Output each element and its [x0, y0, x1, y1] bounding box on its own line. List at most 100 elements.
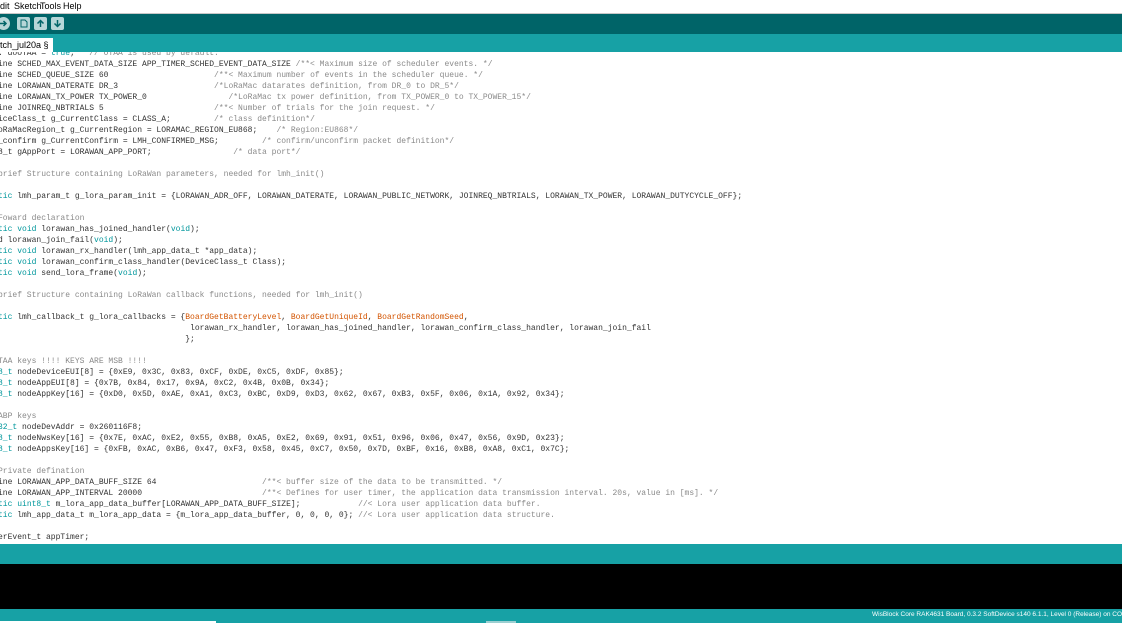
- upload-icon: [0, 20, 8, 27]
- code-line: tic void lorawan_rx_handler(lmh_app_data…: [0, 246, 257, 257]
- code-token: nodeDeviceEUI[8] = {0xE9, 0x3C, 0x83, 0x…: [12, 368, 344, 377]
- code-line: ine LORAWAN_APP_INTERVAL 20000 /**< Defi…: [0, 488, 718, 499]
- console-output: [0, 564, 1122, 609]
- code-line: Private defination: [0, 466, 84, 477]
- code-token: brief Structure containing LoRaWan callb…: [0, 291, 363, 300]
- code-token: };: [0, 335, 195, 344]
- code-line: tic void send_lora_frame(void);: [0, 268, 147, 279]
- code-line: 8_t gAppPort = LORAWAN_APP_PORT; /* data…: [0, 147, 300, 158]
- code-editor[interactable]: . doOTAA = true; // OTAA is used by defa…: [0, 52, 1122, 544]
- code-line: };: [0, 334, 195, 345]
- code-token: BoardGetUniqueId: [290, 313, 368, 322]
- code-token: // OTAA is used by default.: [89, 52, 219, 58]
- code-token: /* Region:EU868*/: [276, 126, 359, 135]
- code-token: lmh_callback_t g_lora_callbacks = {: [12, 313, 186, 322]
- save-button[interactable]: [51, 17, 64, 30]
- code-token: /* class definition*/: [214, 115, 315, 124]
- code-line: 32_t nodeDevAddr = 0x260116F8;: [0, 422, 142, 433]
- code-line: tic void lorawan_confirm_class_handler(D…: [0, 257, 286, 268]
- code-token: ,: [367, 313, 378, 322]
- new-icon: [20, 19, 28, 28]
- code-token: 8_t: [0, 434, 13, 443]
- code-token: tic: [0, 258, 13, 267]
- code-token: true: [50, 52, 71, 58]
- code-token: BoardGetBatteryLevel: [185, 313, 282, 322]
- code-token: );: [113, 236, 123, 245]
- code-token: 8_t: [0, 368, 13, 377]
- code-token: nodeDevAddr = 0x260116F8;: [17, 423, 143, 432]
- tab-sketch[interactable]: tch_jul20a §: [0, 38, 53, 52]
- code-token: void: [118, 269, 138, 278]
- new-button[interactable]: [17, 17, 30, 30]
- code-token: d lorawan_join_fail(: [0, 236, 95, 245]
- menu-bar: dit Sketch Tools Help: [0, 0, 1122, 14]
- code-token: ine LORAWAN_APP_INTERVAL 20000: [0, 489, 263, 498]
- code-line: tic lmh_param_t g_lora_param_init = {LOR…: [0, 191, 742, 202]
- code-line: ine SCHED_MAX_EVENT_DATA_SIZE APP_TIMER_…: [0, 59, 493, 70]
- code-line: Foward declaration: [0, 213, 84, 224]
- code-line: oRaMacRegion_t g_CurrentRegion = LORAMAC…: [0, 125, 358, 136]
- editor-bottom-bar: [0, 544, 1122, 564]
- code-token: _confirm g_CurrentConfirm = LMH_CONFIRME…: [0, 137, 263, 146]
- code-token: ine SCHED_QUEUE_SIZE 60: [0, 71, 215, 80]
- code-token: tic: [0, 192, 13, 201]
- code-line: 8_t nodeAppEUI[8] = {0x7B, 0x84, 0x17, 0…: [0, 378, 329, 389]
- code-token: nodeAppKey[16] = {0xD0, 0x5D, 0xAE, 0xA1…: [12, 390, 565, 399]
- code-token: ABP keys: [0, 412, 37, 421]
- code-token: void: [17, 258, 37, 267]
- code-token: void: [170, 225, 191, 234]
- open-icon: [36, 19, 45, 27]
- menu-tools[interactable]: Tools: [40, 1, 61, 11]
- code-token: lmh_app_data_t m_lora_app_data = {m_lora…: [12, 511, 359, 520]
- board-status: WisBlock Core RAK4631 Board, 0.3.2 SoftD…: [871, 611, 1122, 618]
- code-line: tic lmh_app_data_t m_lora_app_data = {m_…: [0, 510, 555, 521]
- code-token: lorawan_has_joined_handler(: [36, 225, 171, 234]
- code-token: uint8_t: [17, 500, 51, 509]
- code-token: brief Structure containing LoRaWan param…: [0, 170, 325, 179]
- code-token: void: [17, 247, 37, 256]
- code-token: /*LoRaMac datarates definition, from DR_…: [214, 82, 459, 91]
- code-token: lorawan_rx_handler, lorawan_has_joined_h…: [0, 324, 651, 333]
- code-token: Foward declaration: [0, 214, 85, 223]
- code-token: Private defination: [0, 467, 85, 476]
- code-token: ine LORAWAN_APP_DATA_BUFF_SIZE 64: [0, 478, 263, 487]
- menu-sketch[interactable]: Sketch: [14, 1, 42, 11]
- code-token: /**< Maximum number of events in the sch…: [214, 71, 483, 80]
- code-token: //< Lora user application data buffer.: [358, 500, 541, 509]
- code-line: 8_t nodeAppKey[16] = {0xD0, 0x5D, 0xAE, …: [0, 389, 565, 400]
- code-token: /*LoRaMac tx power definition, from TX_P…: [228, 93, 531, 102]
- code-line: TAA keys !!!! KEYS ARE MSB !!!!: [0, 356, 147, 367]
- code-token: ,: [281, 313, 291, 322]
- code-line: ine LORAWAN_DATERATE DR_3 /*LoRaMac data…: [0, 81, 459, 92]
- code-token: BoardGetRandomSeed: [377, 313, 464, 322]
- code-token: iceClass_t g_CurrentClass = CLASS_A;: [0, 115, 215, 124]
- code-token: nodeNwsKey[16] = {0x7E, 0xAC, 0xE2, 0x55…: [12, 434, 565, 443]
- code-line: brief Structure containing LoRaWan param…: [0, 169, 324, 180]
- code-token: ine LORAWAN_DATERATE DR_3: [0, 82, 215, 91]
- code-token: tic: [0, 511, 13, 520]
- code-line: erEvent_t appTimer;: [0, 532, 89, 543]
- open-button[interactable]: [34, 17, 47, 30]
- code-token: tic: [0, 500, 13, 509]
- code-line: 8_t nodeNwsKey[16] = {0x7E, 0xAC, 0xE2, …: [0, 433, 565, 444]
- code-line: 8_t nodeDeviceEUI[8] = {0xE9, 0x3C, 0x83…: [0, 367, 344, 378]
- code-token: lmh_param_t g_lora_param_init = {LORAWAN…: [12, 192, 743, 201]
- code-line: . doOTAA = true; // OTAA is used by defa…: [0, 52, 219, 59]
- code-line: tic uint8_t m_lora_app_data_buffer[LORAW…: [0, 499, 541, 510]
- code-token: );: [190, 225, 200, 234]
- code-line: ABP keys: [0, 411, 36, 422]
- code-token: tic: [0, 313, 13, 322]
- code-line: d lorawan_join_fail(void);: [0, 235, 123, 246]
- menu-edit[interactable]: dit: [0, 1, 10, 11]
- upload-button[interactable]: [0, 17, 10, 30]
- tab-bar: tch_jul20a §: [0, 34, 1122, 52]
- menu-help[interactable]: Help: [63, 1, 82, 11]
- code-token: //< Lora user application data structure…: [358, 511, 555, 520]
- code-token: 32_t: [0, 423, 18, 432]
- code-token: m_lora_app_data_buffer[LORAWAN_APP_DATA_…: [50, 500, 359, 509]
- code-token: tic: [0, 247, 13, 256]
- code-token: TAA keys !!!! KEYS ARE MSB !!!!: [0, 357, 147, 366]
- code-token: 8_t: [0, 379, 13, 388]
- code-token: void: [17, 269, 37, 278]
- code-token: /* confirm/unconfirm packet definition*/: [262, 137, 455, 146]
